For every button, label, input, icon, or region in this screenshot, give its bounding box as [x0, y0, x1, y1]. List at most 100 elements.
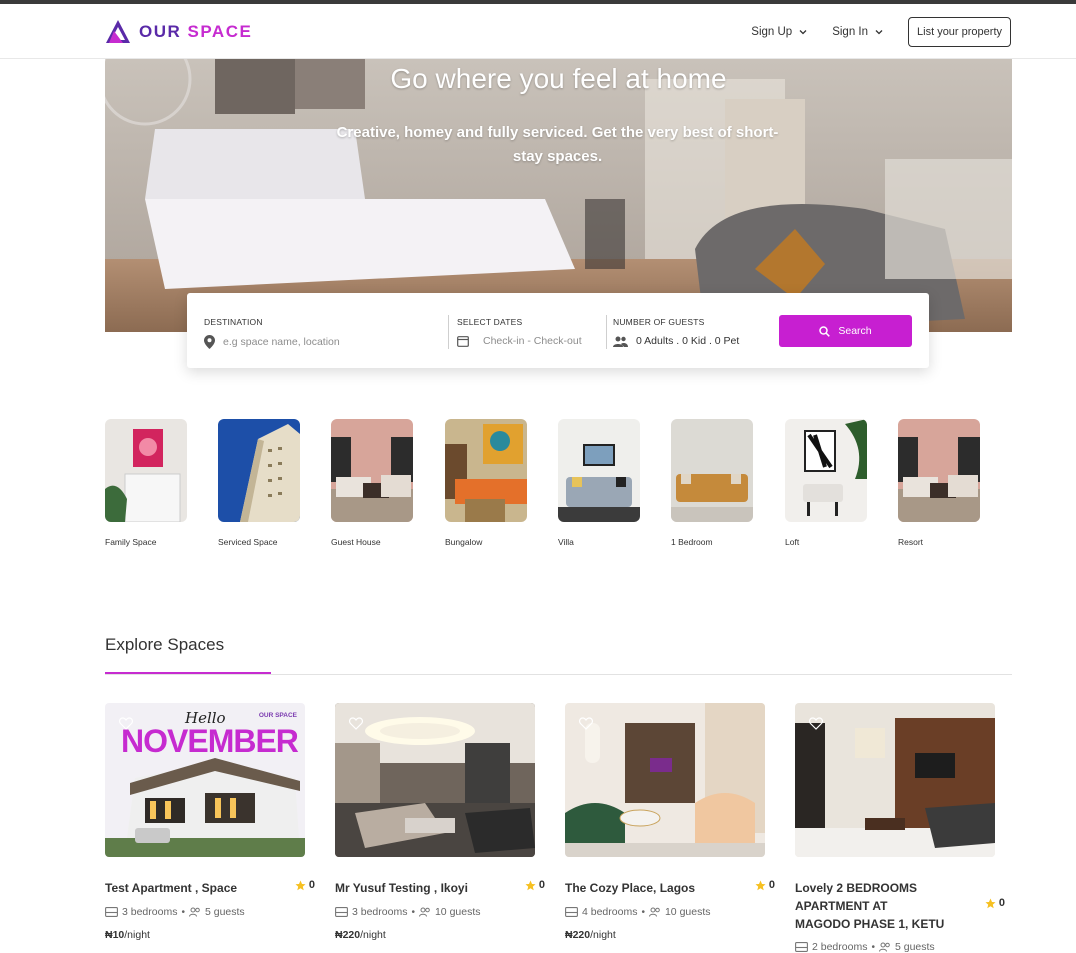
- listing-card[interactable]: Lovely 2 BEDROOMS APARTMENT AT MAGODO PH…: [795, 703, 1005, 953]
- category-label: Villa: [558, 537, 574, 547]
- listing-image[interactable]: [795, 703, 995, 857]
- listing-title[interactable]: Lovely 2 BEDROOMS APARTMENT AT MAGODO PH…: [795, 879, 945, 933]
- listing-rating: 0: [755, 879, 775, 891]
- listing-image[interactable]: [335, 703, 535, 857]
- sign-in-label: Sign In: [832, 26, 869, 38]
- sign-up-menu[interactable]: Sign Up: [751, 26, 808, 38]
- list-property-button[interactable]: List your property: [908, 17, 1011, 47]
- brand-name: OUR SPACE: [139, 22, 253, 41]
- listing-price: ₦220/night: [335, 929, 386, 941]
- search-button[interactable]: Search: [779, 315, 912, 347]
- hero-title: Go where you feel at home: [390, 63, 727, 94]
- listing-meta: 2 bedrooms • 5 guests: [795, 941, 935, 953]
- bed-icon: [105, 907, 118, 917]
- sign-up-label: Sign Up: [751, 26, 793, 38]
- top-nav: Sign Up Sign In List your property: [751, 17, 1011, 47]
- star-icon: [295, 880, 306, 890]
- guests-icon: [648, 907, 660, 917]
- listing-title[interactable]: Mr Yusuf Testing , Ikoyi: [335, 879, 505, 897]
- listing-image[interactable]: [565, 703, 765, 857]
- listing-photo: [335, 703, 535, 857]
- guests-value[interactable]: 0 Adults . 0 Kid . 0 Pet: [636, 335, 739, 347]
- category-image: [558, 419, 640, 522]
- listing-price: ₦10/night: [105, 929, 150, 941]
- destination-field[interactable]: DESTINATION e.g space name, location: [204, 317, 340, 349]
- calendar-icon: [457, 336, 469, 347]
- listing-rating: 0: [525, 879, 545, 891]
- category-image: [785, 419, 867, 522]
- listing-title[interactable]: The Cozy Place, Lagos: [565, 879, 735, 897]
- guests: 5 guests: [894, 941, 935, 953]
- rating-value: 0: [308, 879, 315, 891]
- category-serviced-space[interactable]: Serviced Space: [218, 419, 300, 547]
- star-icon: [985, 898, 996, 908]
- rating-value: 0: [768, 879, 775, 891]
- listing-card[interactable]: Mr Yusuf Testing , Ikoyi 0 3 bedrooms • …: [335, 703, 545, 941]
- promo-text: NOVEMBER: [121, 723, 299, 759]
- guests: 10 guests: [664, 906, 711, 918]
- category-guest-house[interactable]: Guest House: [331, 419, 413, 547]
- section-divider: [105, 674, 1012, 675]
- category-resort[interactable]: Resort: [898, 419, 980, 547]
- category-loft[interactable]: Loft: [785, 419, 867, 547]
- promo-logo: OUR SPACE: [258, 712, 297, 719]
- listing-card[interactable]: The Cozy Place, Lagos 0 4 bedrooms • 10 …: [565, 703, 775, 941]
- section-title: Explore Spaces: [105, 635, 225, 654]
- category-1-bedroom[interactable]: 1 Bedroom: [671, 419, 753, 547]
- sign-in-menu[interactable]: Sign In: [832, 26, 884, 38]
- star-icon: [525, 880, 536, 890]
- category-label: Serviced Space: [218, 537, 278, 547]
- dates-field[interactable]: SELECT DATES Check-in - Check-out: [457, 317, 582, 347]
- category-label: Family Space: [105, 537, 157, 547]
- bedrooms: 3 bedrooms: [122, 906, 178, 918]
- logo-icon: [106, 20, 130, 43]
- bed-icon: [335, 907, 348, 917]
- listing-photo: [795, 703, 995, 857]
- hero-subtitle: Creative, homey and fully serviced. Get …: [336, 124, 779, 165]
- listing-title[interactable]: Test Apartment , Space: [105, 879, 275, 897]
- category-label: Loft: [785, 537, 800, 547]
- chevron-down-icon: [799, 30, 807, 35]
- listing-photo: [565, 703, 765, 857]
- listing-price: ₦220/night: [565, 929, 616, 941]
- divider: [606, 315, 607, 349]
- heart-icon[interactable]: [809, 717, 823, 730]
- heart-icon[interactable]: [579, 717, 593, 730]
- bed-icon: [795, 942, 808, 952]
- destination-input[interactable]: e.g space name, location: [223, 336, 340, 348]
- hero-image: [105, 59, 1012, 332]
- listing-meta: 4 bedrooms • 10 guests: [565, 906, 711, 918]
- category-image: [105, 419, 187, 523]
- guests-icon: [613, 336, 628, 347]
- bedrooms: 3 bedrooms: [352, 906, 408, 918]
- destination-label: DESTINATION: [204, 317, 263, 327]
- listing-card[interactable]: Hello NOVEMBER OUR SPACE Test Apartment …: [105, 703, 315, 941]
- guests: 10 guests: [434, 906, 481, 918]
- listing-rating: 0: [985, 897, 1005, 909]
- search-icon: [819, 325, 831, 337]
- listing-meta: 3 bedrooms • 5 guests: [105, 906, 245, 918]
- heart-icon[interactable]: [119, 717, 133, 730]
- category-label: Guest House: [331, 537, 381, 547]
- listing-image[interactable]: Hello NOVEMBER OUR SPACE: [105, 703, 305, 857]
- heart-icon[interactable]: [349, 717, 363, 730]
- hero-banner: Go where you feel at home Creative, home…: [105, 59, 1012, 332]
- category-bungalow[interactable]: Bungalow: [445, 419, 527, 547]
- guests: 5 guests: [204, 906, 245, 918]
- category-family-space[interactable]: Family Space: [105, 419, 187, 547]
- search-button-label: Search: [838, 325, 872, 337]
- category-villa[interactable]: Villa: [558, 419, 640, 547]
- star-icon: [755, 880, 766, 890]
- rating-value: 0: [538, 879, 545, 891]
- guests-label: NUMBER OF GUESTS: [613, 317, 705, 327]
- site-header: OUR SPACE Sign Up Sign In List your prop…: [0, 4, 1076, 59]
- rating-value: 0: [998, 897, 1005, 909]
- guests-field[interactable]: NUMBER OF GUESTS 0 Adults . 0 Kid . 0 Pe…: [613, 317, 739, 347]
- brand-logo[interactable]: OUR SPACE: [105, 19, 252, 45]
- guests-icon: [188, 907, 200, 917]
- dates-input[interactable]: Check-in - Check-out: [483, 335, 582, 347]
- category-label: Bungalow: [445, 537, 483, 547]
- bedrooms: 2 bedrooms: [812, 941, 868, 953]
- category-image: [445, 419, 527, 522]
- chevron-down-icon: [875, 30, 883, 35]
